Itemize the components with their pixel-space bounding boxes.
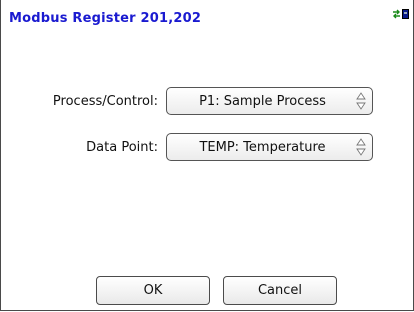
data-point-value: TEMP: Temperature xyxy=(199,139,326,155)
spinner-arrows-icon[interactable] xyxy=(355,137,367,157)
process-control-label: Process/Control: xyxy=(52,94,158,109)
cancel-button[interactable]: Cancel xyxy=(223,276,337,305)
dialog-frame: Modbus Register 201,202 Process/Control:… xyxy=(0,0,414,311)
data-point-select[interactable]: TEMP: Temperature xyxy=(166,133,373,161)
process-control-select[interactable]: P1: Sample Process xyxy=(166,87,373,115)
status-icons xyxy=(392,8,409,20)
dialog-title: Modbus Register 201,202 xyxy=(9,11,202,26)
sync-arrows-icon xyxy=(393,9,400,19)
spinner-arrows-icon[interactable] xyxy=(355,91,367,111)
device-icon xyxy=(402,9,409,19)
ok-button[interactable]: OK xyxy=(96,276,210,305)
data-point-label: Data Point: xyxy=(86,140,158,155)
process-control-value: P1: Sample Process xyxy=(199,93,326,109)
